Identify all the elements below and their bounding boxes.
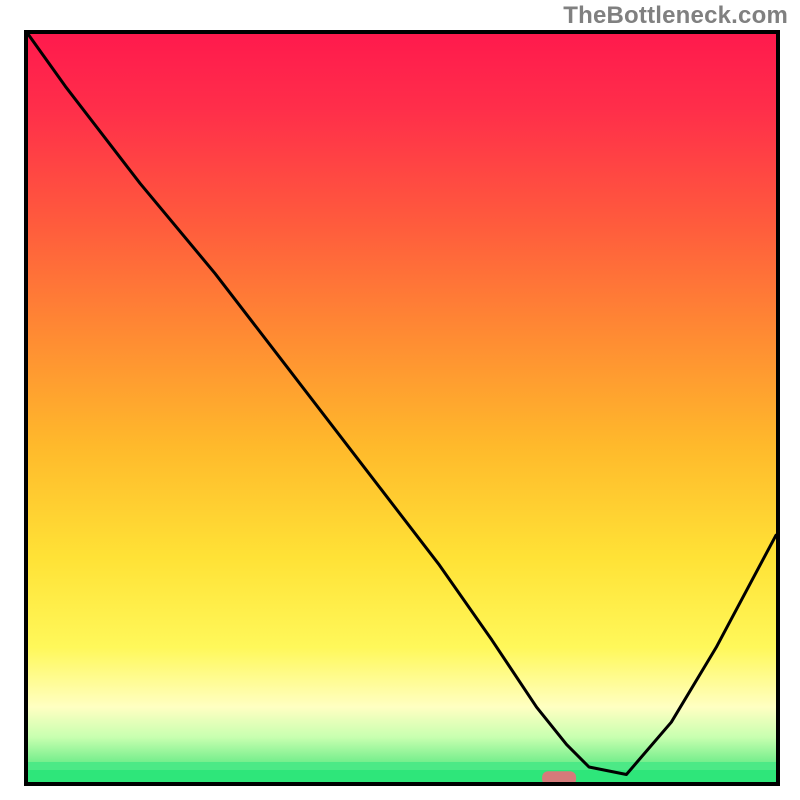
watermark-text: TheBottleneck.com xyxy=(563,2,788,30)
optimal-marker xyxy=(542,771,576,782)
chart-frame: TheBottleneck.com xyxy=(0,0,800,800)
plot-svg xyxy=(28,34,776,782)
green-band-bottom xyxy=(28,770,776,782)
green-band-upper xyxy=(28,762,776,770)
gradient-background xyxy=(28,34,776,782)
plot-area xyxy=(24,30,780,786)
